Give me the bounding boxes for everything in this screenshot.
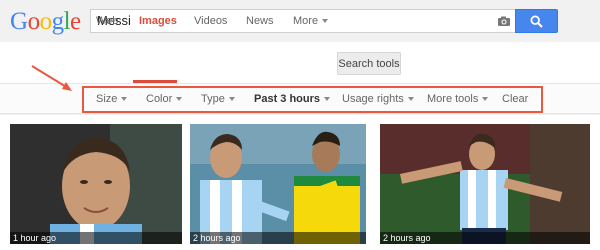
active-tab-indicator — [133, 80, 177, 83]
annotation-arrow-icon — [31, 65, 72, 91]
tab-more[interactable]: More — [293, 15, 329, 27]
search-icon — [530, 14, 543, 28]
chevron-down-icon — [482, 97, 489, 102]
image-result[interactable]: 2 hours ago — [380, 124, 590, 244]
chevron-down-icon — [407, 97, 414, 102]
tab-bar — [0, 42, 600, 84]
google-logo[interactable]: Google — [10, 9, 81, 35]
player-photo-image — [380, 124, 590, 244]
player-photo-image — [10, 124, 182, 244]
chevron-down-icon — [324, 97, 331, 102]
image-result[interactable]: 2 hours ago — [190, 124, 366, 244]
tool-type[interactable]: Type — [201, 93, 235, 105]
tool-size[interactable]: Size — [96, 93, 128, 105]
image-result[interactable]: 1 hour ago — [10, 124, 182, 244]
tool-time[interactable]: Past 3 hours — [254, 93, 331, 105]
tab-images[interactable]: Images — [139, 15, 177, 27]
search-tools-button[interactable]: Search tools — [337, 52, 401, 75]
camera-icon[interactable] — [497, 14, 511, 28]
tool-more-tools[interactable]: More tools — [427, 93, 489, 105]
tool-color[interactable]: Color — [146, 93, 183, 105]
tab-news[interactable]: News — [246, 15, 274, 27]
image-timestamp: 2 hours ago — [190, 232, 366, 244]
chevron-down-icon — [322, 19, 329, 24]
player-photo-image — [190, 124, 366, 244]
image-timestamp: 2 hours ago — [380, 232, 590, 244]
tab-videos[interactable]: Videos — [194, 15, 227, 27]
search-button[interactable] — [515, 9, 558, 33]
image-timestamp: 1 hour ago — [10, 232, 182, 244]
chevron-down-icon — [121, 97, 128, 102]
chevron-down-icon — [228, 97, 235, 102]
chevron-down-icon — [176, 97, 183, 102]
tab-web[interactable]: Web — [96, 15, 118, 27]
tool-usage-rights[interactable]: Usage rights — [342, 93, 414, 105]
tool-clear[interactable]: Clear — [502, 93, 528, 105]
